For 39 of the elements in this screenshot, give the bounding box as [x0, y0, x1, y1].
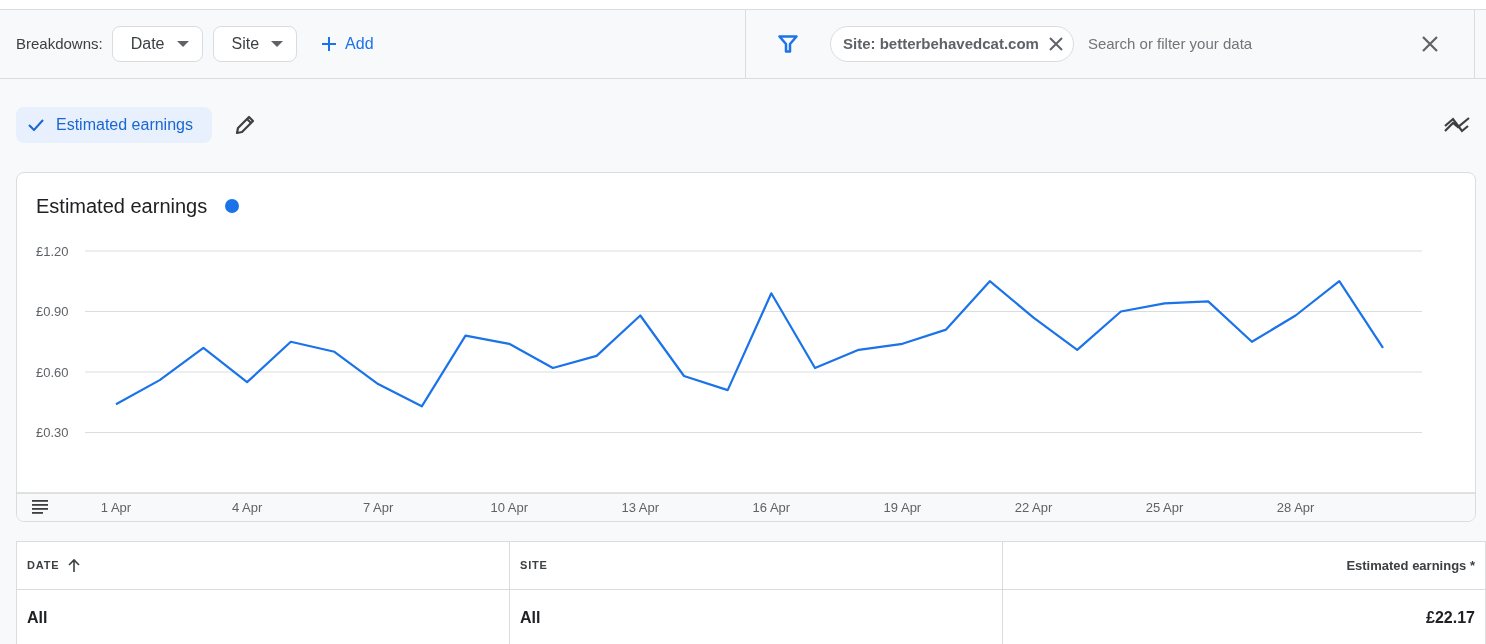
table-cell-text: All — [520, 608, 541, 628]
filter-icon[interactable] — [778, 35, 798, 53]
x-axis-label: 28 Apr — [1276, 500, 1315, 515]
x-axis-label: 25 Apr — [1145, 500, 1184, 515]
column-header[interactable]: Estimated earnings * — [1346, 555, 1475, 576]
chart-title: Estimated earnings — [36, 194, 208, 219]
y-axis-label: £1.20 — [36, 243, 69, 259]
sort-arrow-icon — [67, 557, 82, 574]
filter-chip[interactable]: Site: betterbehavedcat.com — [830, 26, 1074, 62]
metric-chip[interactable]: Estimated earnings — [16, 107, 212, 143]
search-field[interactable]: Search or filter your data — [1087, 32, 1388, 56]
table-cell-text: All — [27, 608, 48, 628]
x-axis-label: 1 Apr — [100, 500, 132, 515]
x-axis-label: 22 Apr — [1014, 500, 1053, 515]
column-header[interactable]: SITE — [520, 557, 548, 574]
breakdown-dropdown[interactable]: Site — [212, 26, 298, 62]
x-axis-label: 4 Apr — [231, 500, 263, 515]
table-cell-text: £22.17 — [1426, 608, 1475, 628]
x-axis-label: 7 Apr — [362, 500, 394, 515]
x-axis-label: 10 Apr — [490, 500, 528, 515]
add-button[interactable]: Add — [311, 26, 384, 62]
column-header[interactable]: DATE — [27, 557, 82, 574]
caret-icon — [271, 41, 284, 47]
breakdown-dropdown[interactable]: Date — [111, 26, 203, 62]
check-icon — [28, 119, 44, 131]
y-axis-label: £0.90 — [36, 304, 69, 319]
pencil-icon[interactable] — [233, 114, 256, 136]
x-axis-label: 16 Apr — [752, 500, 791, 515]
remove-icon[interactable] — [1048, 37, 1063, 51]
menu-icon[interactable] — [32, 500, 48, 514]
close-icon[interactable] — [1421, 36, 1438, 52]
y-axis-label: £0.30 — [36, 425, 69, 440]
plus-icon — [321, 36, 338, 52]
caret-icon — [176, 41, 189, 47]
x-axis-label: 13 Apr — [621, 500, 660, 515]
trend-icon[interactable] — [1444, 117, 1470, 133]
breakdowns-label: Breakdowns: — [16, 33, 103, 54]
x-axis-label: 19 Apr — [883, 500, 922, 515]
y-axis-label: £0.60 — [36, 364, 69, 380]
